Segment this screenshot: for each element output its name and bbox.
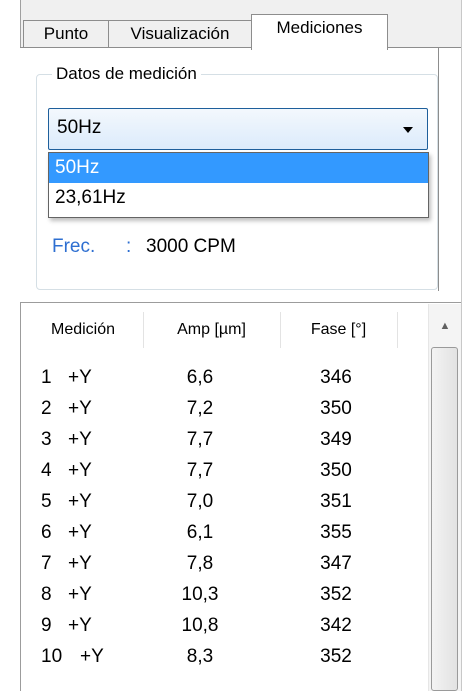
row-phase: 346 — [320, 367, 352, 388]
row-amplitude: 7,7 — [186, 460, 214, 481]
frequency-label: Frec. — [52, 236, 96, 257]
tab-punto-label: Punto — [43, 24, 89, 43]
row-number: 10 — [41, 646, 63, 667]
row-axis: +Y — [68, 491, 92, 512]
row-number: 9 — [41, 615, 52, 636]
row-phase: 352 — [320, 646, 352, 667]
row-axis: +Y — [68, 460, 92, 481]
row-number: 2 — [41, 398, 52, 419]
row-amplitude: 8,3 — [186, 646, 214, 667]
column-separator — [397, 312, 398, 348]
table-row[interactable]: 8 +Y 10,3 352 — [0, 584, 430, 616]
row-number: 1 — [41, 367, 52, 388]
tab-mediciones-label: Mediciones — [276, 18, 363, 37]
table-row[interactable]: 5 +Y 7,0 351 — [0, 491, 430, 523]
row-amplitude: 7,0 — [186, 491, 214, 512]
table-row[interactable]: 6 +Y 6,1 355 — [0, 522, 430, 554]
arrow-up-icon[interactable]: ▲ — [432, 313, 458, 339]
table-row[interactable]: 7 +Y 7,8 347 — [0, 553, 430, 585]
frequency-combobox[interactable]: 50Hz — [48, 108, 428, 150]
table-row[interactable]: 4 +Y 7,7 350 — [0, 460, 430, 492]
row-axis: +Y — [68, 553, 92, 574]
row-amplitude: 7,2 — [186, 398, 214, 419]
group-title: Datos de medición — [52, 63, 201, 85]
combobox-value: 50Hz — [57, 117, 102, 138]
row-number: 5 — [41, 491, 52, 512]
row-number: 6 — [41, 522, 52, 543]
row-axis: +Y — [68, 367, 92, 388]
row-axis: +Y — [68, 522, 92, 543]
column-header-amp[interactable]: Amp [µm] — [144, 312, 279, 348]
tab-punto[interactable]: Punto — [23, 20, 109, 48]
row-number: 8 — [41, 584, 52, 605]
row-number: 4 — [41, 460, 52, 481]
table-row[interactable]: 1 +Y 6,6 346 — [0, 367, 430, 399]
tab-mediciones[interactable]: Mediciones — [251, 14, 388, 50]
row-phase: 349 — [320, 429, 352, 450]
table-row[interactable]: 3 +Y 7,7 349 — [0, 429, 430, 461]
row-amplitude: 10,8 — [181, 615, 219, 636]
scrollbar-thumb[interactable] — [431, 347, 458, 691]
row-number: 7 — [41, 553, 52, 574]
row-axis: +Y — [80, 646, 104, 667]
frequency-dropdown-list: 50Hz 23,61Hz — [48, 152, 429, 218]
row-axis: +Y — [68, 615, 92, 636]
row-phase: 351 — [320, 491, 352, 512]
row-amplitude: 6,6 — [186, 367, 214, 388]
row-phase: 342 — [320, 615, 352, 636]
column-header-fase[interactable]: Fase [°] — [281, 312, 396, 348]
dropdown-option[interactable]: 23,61Hz — [49, 183, 428, 213]
table-row[interactable]: 10 +Y 8,3 352 — [0, 646, 430, 678]
row-phase: 352 — [320, 584, 352, 605]
frequency-value: 3000 CPM — [146, 236, 236, 257]
tab-panel-border — [438, 48, 439, 291]
tab-visualizacion[interactable]: Visualización — [108, 20, 252, 48]
table-row[interactable]: 9 +Y 10,8 342 — [0, 615, 430, 647]
row-axis: +Y — [68, 429, 92, 450]
row-amplitude: 10,3 — [181, 584, 219, 605]
row-amplitude: 6,1 — [186, 522, 214, 543]
row-phase: 355 — [320, 522, 352, 543]
chevron-down-icon[interactable] — [403, 127, 413, 133]
table-row[interactable]: 2 +Y 7,2 350 — [0, 398, 430, 430]
row-phase: 347 — [320, 553, 352, 574]
row-phase: 350 — [320, 460, 352, 481]
row-axis: +Y — [68, 584, 92, 605]
frequency-separator: : — [126, 236, 132, 257]
row-number: 3 — [41, 429, 52, 450]
row-axis: +Y — [68, 398, 92, 419]
row-phase: 350 — [320, 398, 352, 419]
tab-visualizacion-label: Visualización — [130, 24, 230, 43]
column-header-medicion[interactable]: Medición — [24, 312, 142, 348]
row-amplitude: 7,8 — [186, 553, 214, 574]
row-amplitude: 7,7 — [186, 429, 214, 450]
dropdown-option[interactable]: 50Hz — [49, 153, 428, 183]
